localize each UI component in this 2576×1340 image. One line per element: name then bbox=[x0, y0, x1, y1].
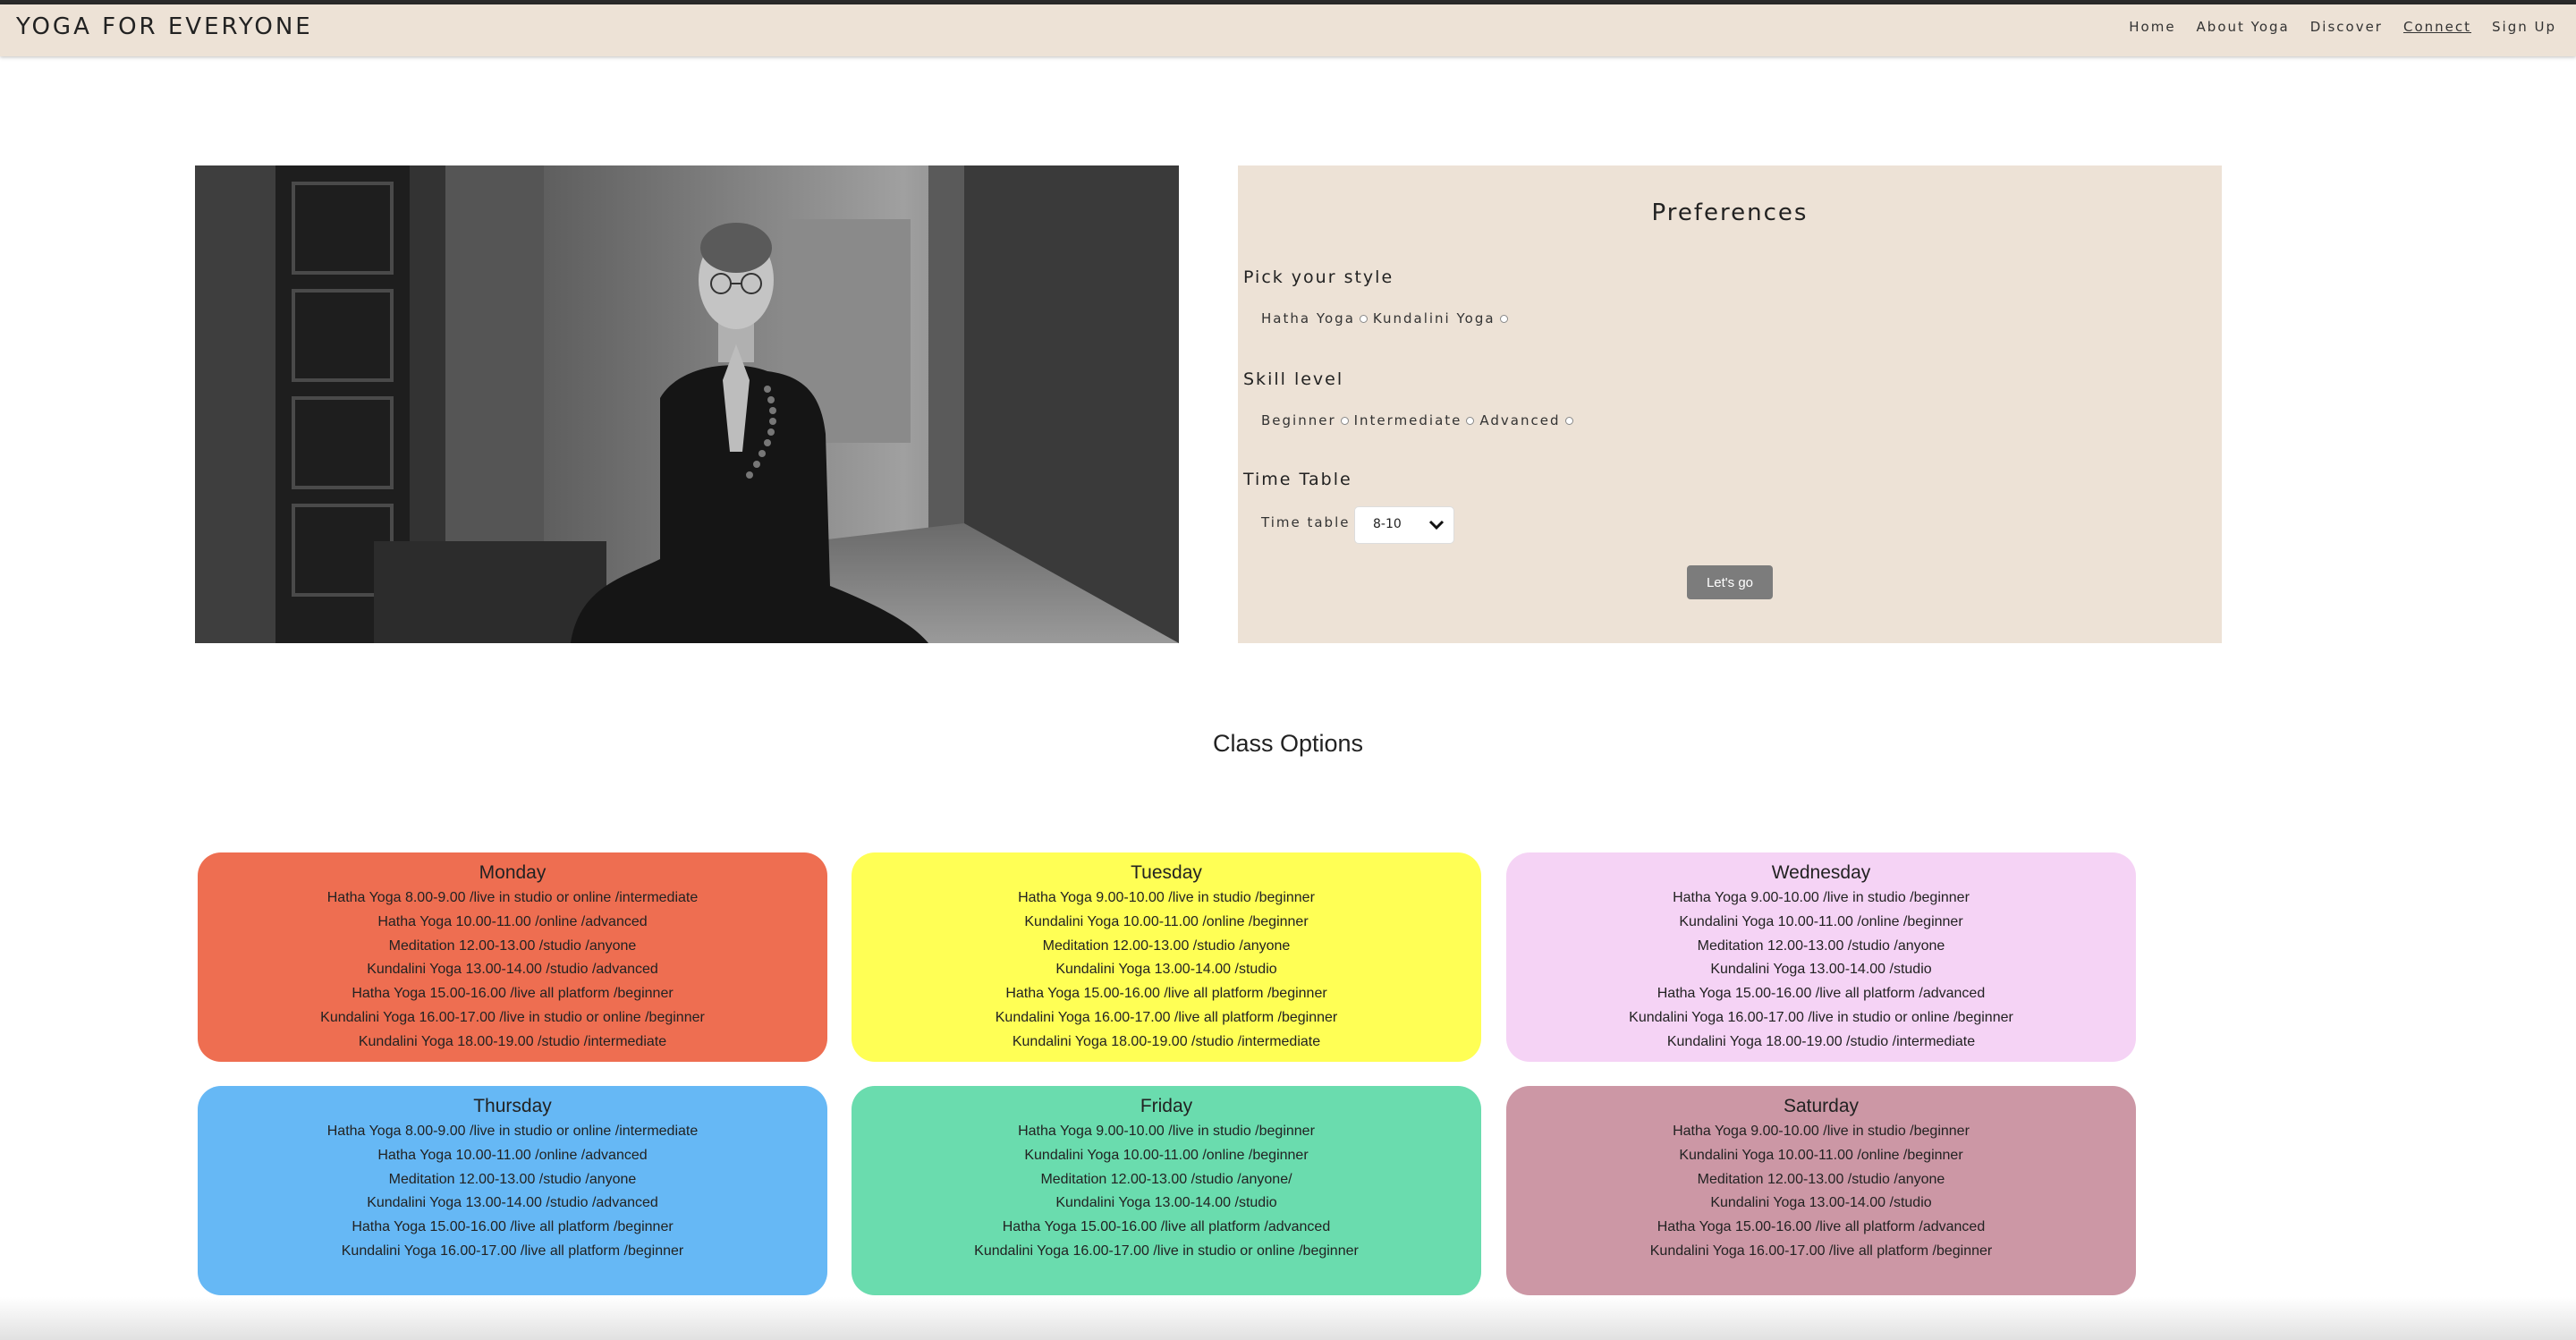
site-brand[interactable]: YOGA FOR EVERYONE bbox=[16, 13, 313, 40]
preferences-panel: Preferences Pick your style Hatha Yoga K… bbox=[1238, 165, 2222, 643]
preferences-title: Preferences bbox=[1651, 199, 1809, 226]
nav-about-yoga[interactable]: About Yoga bbox=[2197, 19, 2290, 35]
skill-option-advanced: Advanced bbox=[1479, 412, 1561, 428]
class-entry: Kundalini Yoga 18.00-19.00 /studio /inte… bbox=[358, 1033, 667, 1049]
class-entry: Meditation 12.00-13.00 /studio /anyone bbox=[388, 937, 637, 954]
class-entry: Kundalini Yoga 13.00-14.00 /studio bbox=[1055, 1195, 1277, 1211]
page-bottom-shadow bbox=[0, 1297, 2576, 1340]
intermediate-radio[interactable] bbox=[1466, 416, 1475, 425]
day-name: Wednesday bbox=[1771, 862, 1871, 883]
class-entry: Hatha Yoga 9.00-10.00 /live in studio /b… bbox=[1018, 1124, 1315, 1139]
class-entry: Hatha Yoga 15.00-16.00 /live all platfor… bbox=[1657, 1219, 1986, 1235]
class-entry: Hatha Yoga 8.00-9.00 /live in studio or … bbox=[326, 1124, 699, 1139]
class-entry: Kundalini Yoga 16.00-17.00 /live in stud… bbox=[1629, 1009, 2013, 1025]
lets-go-button[interactable]: Let's go bbox=[1687, 565, 1773, 599]
day-name: Saturday bbox=[1783, 1096, 1860, 1116]
style-label: Pick your style bbox=[1243, 267, 1394, 287]
nav-discover[interactable]: Discover bbox=[2310, 19, 2383, 35]
class-entry: Kundalini Yoga 13.00-14.00 /studio /adva… bbox=[367, 962, 658, 978]
day-name: Tuesday bbox=[1131, 862, 1202, 883]
style-option-kundalini: Kundalini Yoga bbox=[1372, 310, 1496, 327]
day-card-friday: Friday Hatha Yoga 9.00-10.00 /live in stu… bbox=[852, 1086, 1481, 1295]
beginner-radio[interactable] bbox=[1340, 416, 1349, 425]
chevron-down-icon bbox=[1428, 520, 1445, 530]
class-entry: Kundalini Yoga 10.00-11.00 /online /begi… bbox=[1024, 913, 1309, 929]
class-entry: Hatha Yoga 10.00-11.00 /online /advanced bbox=[377, 1147, 648, 1163]
day-card-thursday: Thursday Hatha Yoga 8.00-9.00 /live in st… bbox=[198, 1086, 827, 1295]
hero-image bbox=[195, 165, 1179, 643]
skill-option-beginner: Beginner bbox=[1261, 412, 1336, 428]
class-entry: Kundalini Yoga 10.00-11.00 /online /begi… bbox=[1679, 913, 1963, 929]
class-entry: Meditation 12.00-13.00 /studio /anyone bbox=[1697, 937, 1945, 954]
day-name: Friday bbox=[1140, 1096, 1193, 1116]
class-entry: Kundalini Yoga 18.00-19.00 /studio /inte… bbox=[1666, 1033, 1976, 1049]
class-entry: Hatha Yoga 15.00-16.00 /live all platfor… bbox=[1005, 986, 1327, 1002]
day-card-tuesday: Tuesday Hatha Yoga 9.00-10.00 /live in st… bbox=[852, 852, 1481, 1062]
class-entry: Hatha Yoga 8.00-9.00 /live in studio or … bbox=[326, 890, 699, 905]
class-entry: Hatha Yoga 15.00-16.00 /live all platfor… bbox=[1657, 986, 1986, 1002]
class-entry: Meditation 12.00-13.00 /studio /anyone/ bbox=[1040, 1171, 1292, 1187]
style-option-hatha: Hatha Yoga bbox=[1261, 310, 1355, 327]
nav-sign-up[interactable]: Sign Up bbox=[2492, 19, 2556, 35]
class-entry: Kundalini Yoga 13.00-14.00 /studio bbox=[1710, 1195, 1932, 1211]
nav-home[interactable]: Home bbox=[2129, 19, 2175, 35]
meditating-monk-illustration bbox=[195, 165, 1179, 643]
class-entry: Hatha Yoga 15.00-16.00 /live all platfor… bbox=[352, 1219, 674, 1235]
class-entry: Kundalini Yoga 18.00-19.00 /studio /inte… bbox=[1012, 1033, 1321, 1049]
class-entry: Hatha Yoga 9.00-10.00 /live in studio /b… bbox=[1673, 890, 1970, 905]
day-card-wednesday: Wednesday Hatha Yoga 9.00-10.00 /live in … bbox=[1506, 852, 2136, 1062]
day-name: Monday bbox=[479, 862, 547, 883]
class-entry: Hatha Yoga 9.00-10.00 /live in studio /b… bbox=[1018, 890, 1315, 905]
timetable-field-label: Time table bbox=[1261, 514, 1351, 530]
style-options: Hatha Yoga Kundalini Yoga bbox=[1261, 310, 1513, 327]
day-card-saturday: Saturday Hatha Yoga 9.00-10.00 /live in s… bbox=[1506, 1086, 2136, 1295]
class-entry: Hatha Yoga 9.00-10.00 /live in studio /b… bbox=[1673, 1124, 1970, 1139]
class-entry: Hatha Yoga 15.00-16.00 /live all platfor… bbox=[1002, 1219, 1331, 1235]
class-entry: Kundalini Yoga 16.00-17.00 /live all pla… bbox=[1649, 1242, 1993, 1259]
class-options-title: Class Options bbox=[1212, 730, 1364, 757]
advanced-radio[interactable] bbox=[1564, 416, 1573, 425]
class-entry: Kundalini Yoga 16.00-17.00 /live in stud… bbox=[974, 1242, 1359, 1259]
class-entry: Kundalini Yoga 13.00-14.00 /studio /adva… bbox=[367, 1195, 658, 1211]
nav-links: Home About Yoga Discover Connect Sign Up bbox=[2129, 19, 2556, 35]
class-entry: Kundalini Yoga 16.00-17.00 /live all pla… bbox=[995, 1009, 1338, 1025]
hatha-radio[interactable] bbox=[1359, 314, 1368, 323]
class-entry: Kundalini Yoga 16.00-17.00 /live in stud… bbox=[320, 1009, 705, 1025]
timetable-value: 8-10 bbox=[1373, 517, 1402, 531]
skill-option-intermediate: Intermediate bbox=[1353, 412, 1462, 428]
class-entry: Kundalini Yoga 16.00-17.00 /live all pla… bbox=[341, 1242, 684, 1259]
class-entry: Kundalini Yoga 13.00-14.00 /studio bbox=[1055, 962, 1277, 978]
top-navbar: YOGA FOR EVERYONE Home About Yoga Discov… bbox=[0, 4, 2576, 56]
class-entry: Hatha Yoga 15.00-16.00 /live all platfor… bbox=[352, 986, 674, 1002]
skill-options: Beginner Intermediate Advanced bbox=[1261, 412, 1579, 428]
class-entry: Hatha Yoga 10.00-11.00 /online /advanced bbox=[377, 913, 648, 929]
timetable-select[interactable]: 8-10 bbox=[1354, 506, 1454, 544]
skill-label: Skill level bbox=[1243, 369, 1344, 389]
nav-connect[interactable]: Connect bbox=[2403, 19, 2471, 35]
day-card-monday: Monday Hatha Yoga 8.00-9.00 /live in stud… bbox=[198, 852, 827, 1062]
class-entry: Kundalini Yoga 10.00-11.00 /online /begi… bbox=[1679, 1147, 1963, 1163]
class-entry: Meditation 12.00-13.00 /studio /anyone bbox=[388, 1171, 637, 1187]
class-entry: Kundalini Yoga 13.00-14.00 /studio bbox=[1710, 962, 1932, 978]
class-entry: Meditation 12.00-13.00 /studio /anyone bbox=[1697, 1171, 1945, 1187]
kundalini-radio[interactable] bbox=[1499, 314, 1508, 323]
timetable-label: Time Table bbox=[1243, 470, 1352, 489]
day-name: Thursday bbox=[473, 1096, 552, 1116]
class-entry: Kundalini Yoga 10.00-11.00 /online /begi… bbox=[1024, 1147, 1309, 1163]
class-entry: Meditation 12.00-13.00 /studio /anyone bbox=[1042, 937, 1291, 954]
